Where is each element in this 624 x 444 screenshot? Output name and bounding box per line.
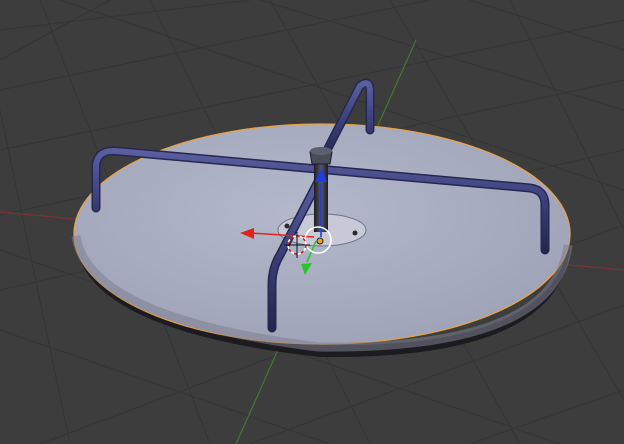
viewport-canvas[interactable] (0, 0, 624, 444)
3d-viewport[interactable] (0, 0, 624, 444)
object-origin (316, 237, 324, 245)
